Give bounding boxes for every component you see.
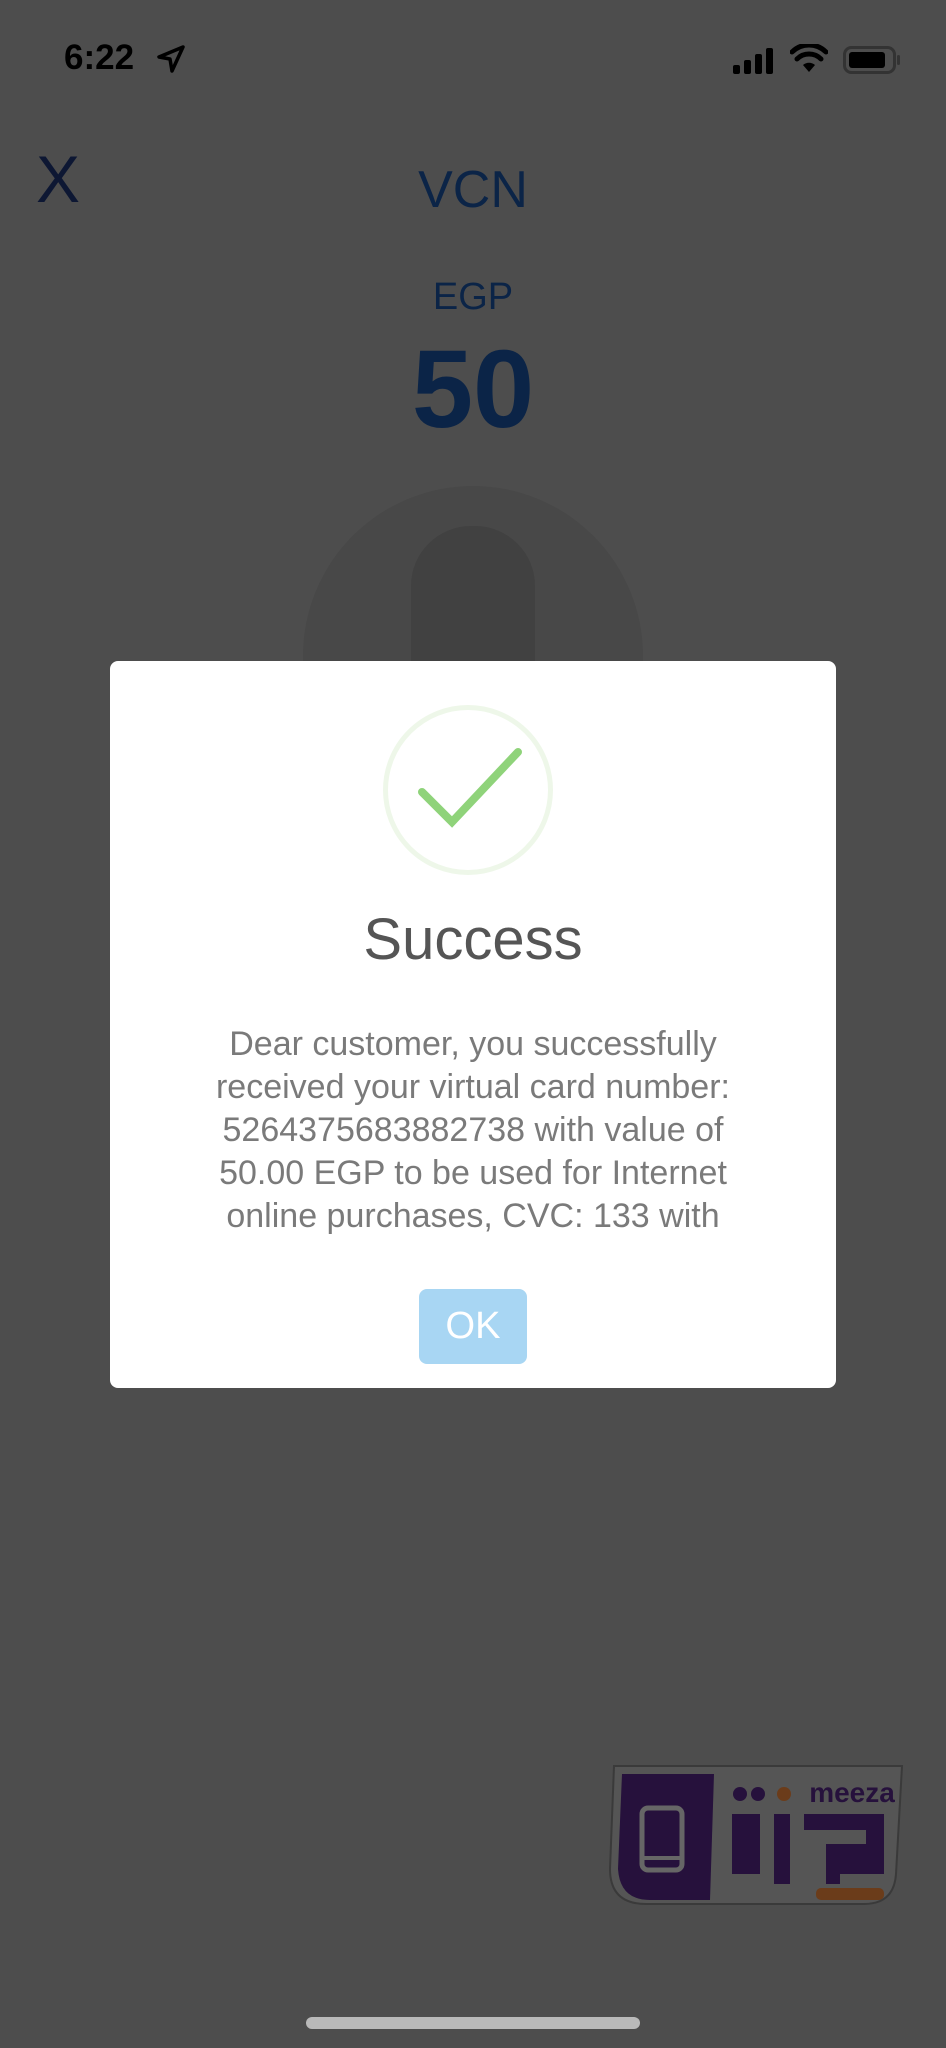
message-line: received your virtual card number: (215, 1068, 730, 1106)
message-line: 5264375683882738 with value of (222, 1111, 724, 1149)
cellular-signal-icon (733, 48, 773, 74)
page-title: VCN (418, 161, 528, 219)
message-line: 50.00 EGP to be used for Internet (219, 1154, 727, 1192)
amount-value: 50 (411, 328, 535, 451)
battery-icon (843, 46, 900, 74)
wifi-icon (790, 44, 828, 72)
checkmark-icon (383, 705, 553, 875)
home-indicator[interactable] (306, 2017, 640, 2029)
ok-button[interactable]: OK (419, 1289, 527, 1364)
success-dialog: Success Dear customer, you successfully … (110, 661, 836, 1388)
dialog-title: Success (363, 907, 583, 972)
location-arrow-icon (157, 45, 185, 73)
dialog-message: Dear customer, you successfully received… (130, 1023, 816, 1238)
currency-label: EGP (432, 276, 514, 318)
status-time: 6:22 (64, 38, 135, 77)
svg-text:meeza: meeza (809, 1777, 895, 1808)
message-line: online purchases, CVC: 133 with (226, 1197, 720, 1235)
meeza-logo: meeza (608, 1765, 904, 1905)
message-line: Dear customer, you successfully (229, 1025, 717, 1063)
